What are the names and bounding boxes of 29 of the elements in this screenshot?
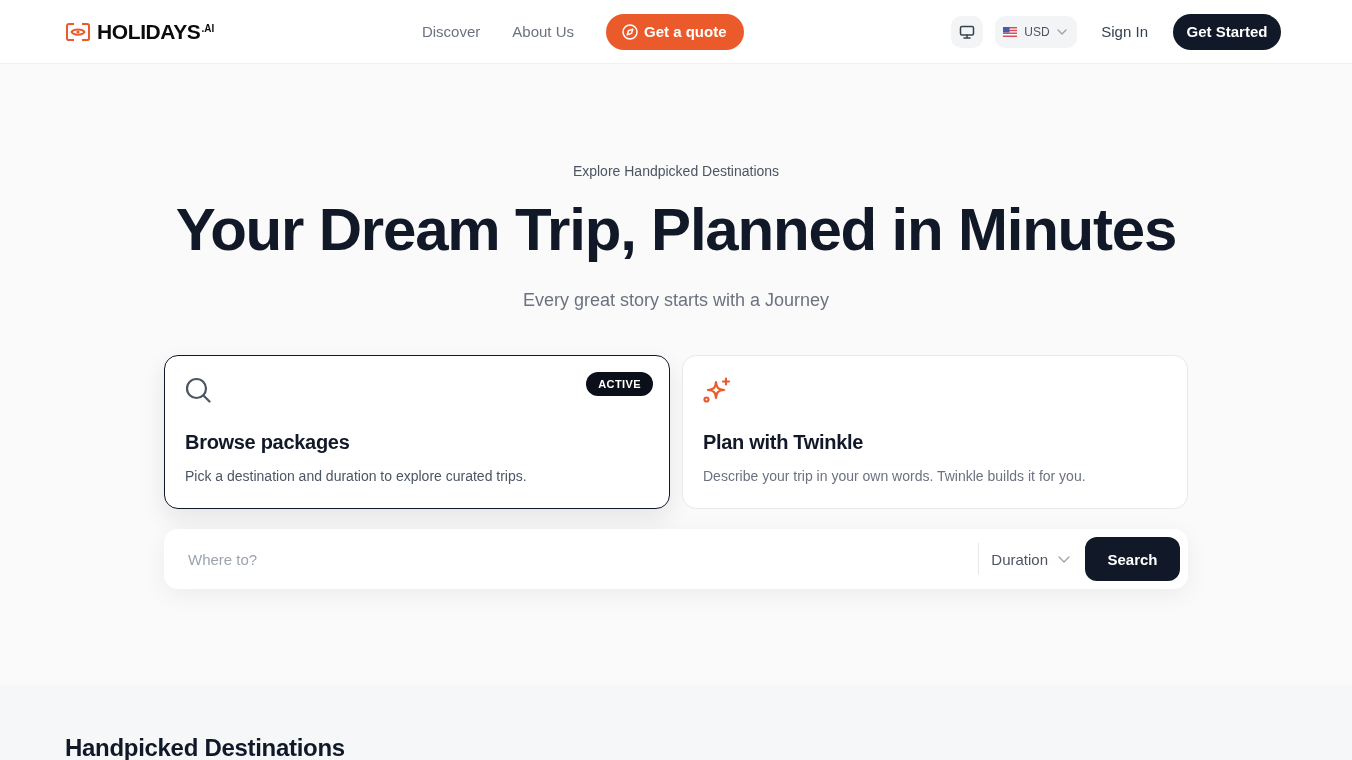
mode-title: Browse packages <box>185 430 351 455</box>
get-started-button[interactable]: Get Started <box>1173 13 1281 50</box>
mode-card[interactable]: Plan with Twinkle Describe your trip in your own words. Twinkle builds it for you. <box>682 355 1188 509</box>
logo-icon <box>66 22 90 41</box>
destination-input[interactable]: Where to? <box>188 539 967 579</box>
search-button[interactable]: Search <box>1085 537 1180 581</box>
flag-icon <box>1003 26 1018 37</box>
duration-select[interactable]: Duration <box>979 539 1085 579</box>
hero-subtitle: Every great story starts with a Journey <box>522 289 830 312</box>
mode-card[interactable]: ACTIVE Browse packages Pick a destination and duration to explore curated trips. <box>164 355 670 509</box>
mode-title: Plan with Twinkle <box>703 430 865 455</box>
monitor-icon <box>959 23 976 40</box>
sign-in-link[interactable]: Sign In <box>1101 23 1148 40</box>
sparkle-icon <box>703 377 731 403</box>
hero-title: Your Dream Trip, Planned in Minutes <box>175 197 1177 263</box>
logo-wordmark: HOLIDAYS$^{.AI}$ <box>97 19 215 44</box>
search-bar[interactable]: Where to? Duration Search <box>164 529 1188 589</box>
display-button[interactable] <box>951 15 984 48</box>
mode-description: Pick a destination and duration to explore curated trips. <box>185 467 528 486</box>
nav-link[interactable]: About Us <box>512 23 574 40</box>
eyebrow-text: Explore Handpicked Destinations <box>572 162 780 181</box>
chevron-down-icon <box>1056 28 1067 35</box>
status-badge: ACTIVE <box>586 372 653 396</box>
search-icon <box>185 377 211 403</box>
compass-icon <box>622 23 638 40</box>
currency-select[interactable]: USD <box>995 15 1078 48</box>
chevron-down-icon <box>1058 555 1070 563</box>
nav-link[interactable]: Discover <box>421 23 481 40</box>
mode-description: Describe your trip in your own words. Twinkle builds it for you. <box>703 467 1087 486</box>
